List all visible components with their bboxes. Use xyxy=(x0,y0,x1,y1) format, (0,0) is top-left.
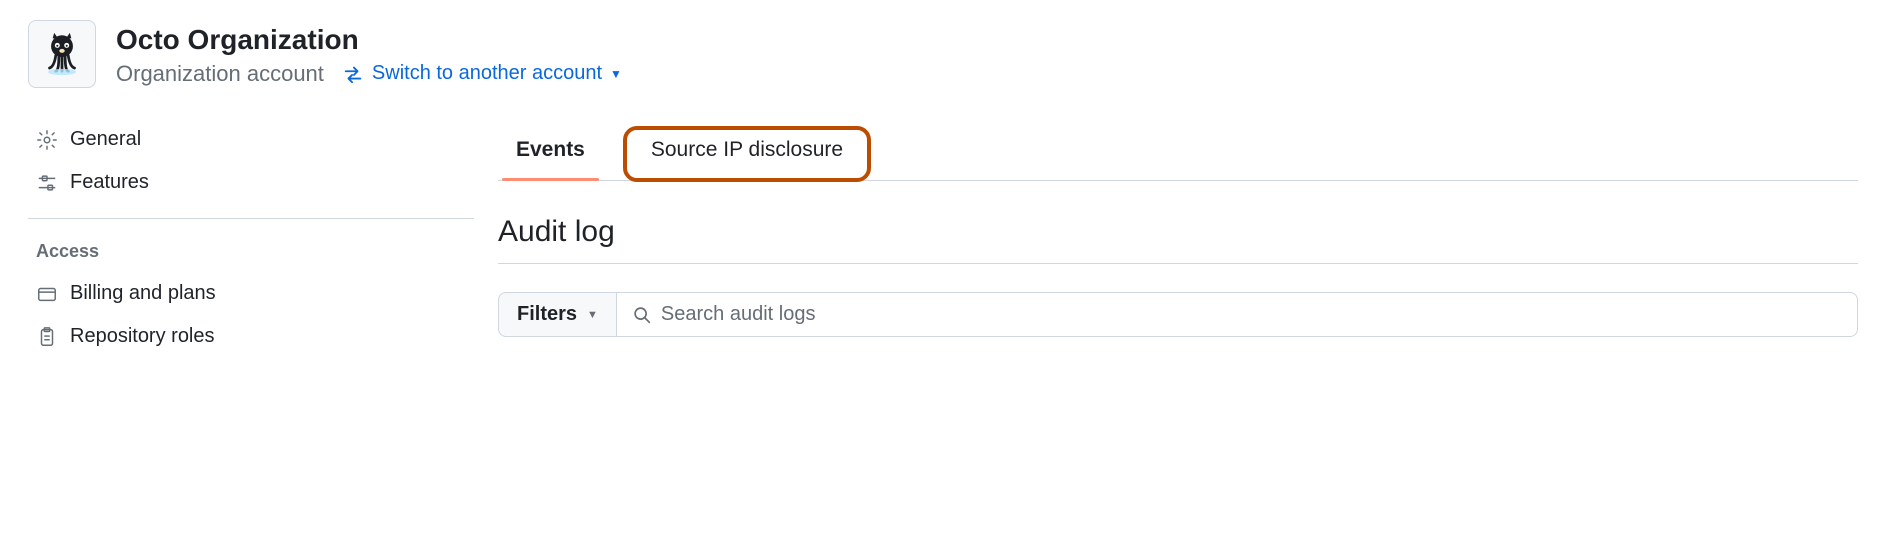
tab-label: Events xyxy=(516,138,585,161)
sidebar-item-label: Billing and plans xyxy=(70,282,216,305)
credit-card-icon xyxy=(36,283,58,305)
sidebar: General Features Access Billing and pl xyxy=(28,118,498,358)
org-header: Octo Organization Organization account S… xyxy=(28,20,1898,88)
sidebar-section-access: Access xyxy=(28,233,474,272)
tab-label: Source IP disclosure xyxy=(651,138,843,161)
sidebar-item-label: Repository roles xyxy=(70,325,215,348)
filters-label: Filters xyxy=(517,303,577,326)
tab-events[interactable]: Events xyxy=(498,126,603,180)
sidebar-item-general[interactable]: General xyxy=(28,118,474,161)
sliders-icon xyxy=(36,172,58,194)
sidebar-item-features[interactable]: Features xyxy=(28,161,474,204)
sidebar-item-label: Features xyxy=(70,171,149,194)
octocat-icon xyxy=(37,29,87,79)
org-title-block: Octo Organization Organization account S… xyxy=(116,22,622,87)
tab-source-ip-disclosure[interactable]: Source IP disclosure xyxy=(623,126,871,182)
org-subtitle-row: Organization account Switch to another a… xyxy=(116,61,622,87)
main-content: Events Source IP disclosure Audit log Fi… xyxy=(498,118,1898,358)
switch-account-label: Switch to another account xyxy=(372,62,602,85)
switch-account-link[interactable]: Switch to another account ▼ xyxy=(342,62,622,85)
clipboard-icon xyxy=(36,326,58,348)
account-type-label: Organization account xyxy=(116,61,324,87)
page-title: Audit log xyxy=(498,215,1858,264)
sidebar-divider xyxy=(28,218,474,219)
search-input[interactable] xyxy=(653,293,1843,336)
sidebar-item-repo-roles[interactable]: Repository roles xyxy=(28,315,474,358)
org-name: Octo Organization xyxy=(116,22,622,57)
sidebar-item-billing[interactable]: Billing and plans xyxy=(28,272,474,315)
caret-down-icon: ▼ xyxy=(587,309,598,321)
caret-down-icon: ▼ xyxy=(610,67,622,81)
sidebar-item-label: General xyxy=(70,128,141,151)
search-input-wrap[interactable] xyxy=(616,292,1858,337)
tabs: Events Source IP disclosure xyxy=(498,126,1858,181)
org-avatar xyxy=(28,20,96,88)
gear-icon xyxy=(36,129,58,151)
swap-icon xyxy=(342,63,364,85)
search-icon xyxy=(631,304,653,326)
filters-button[interactable]: Filters ▼ xyxy=(498,292,616,337)
search-row: Filters ▼ xyxy=(498,292,1858,337)
